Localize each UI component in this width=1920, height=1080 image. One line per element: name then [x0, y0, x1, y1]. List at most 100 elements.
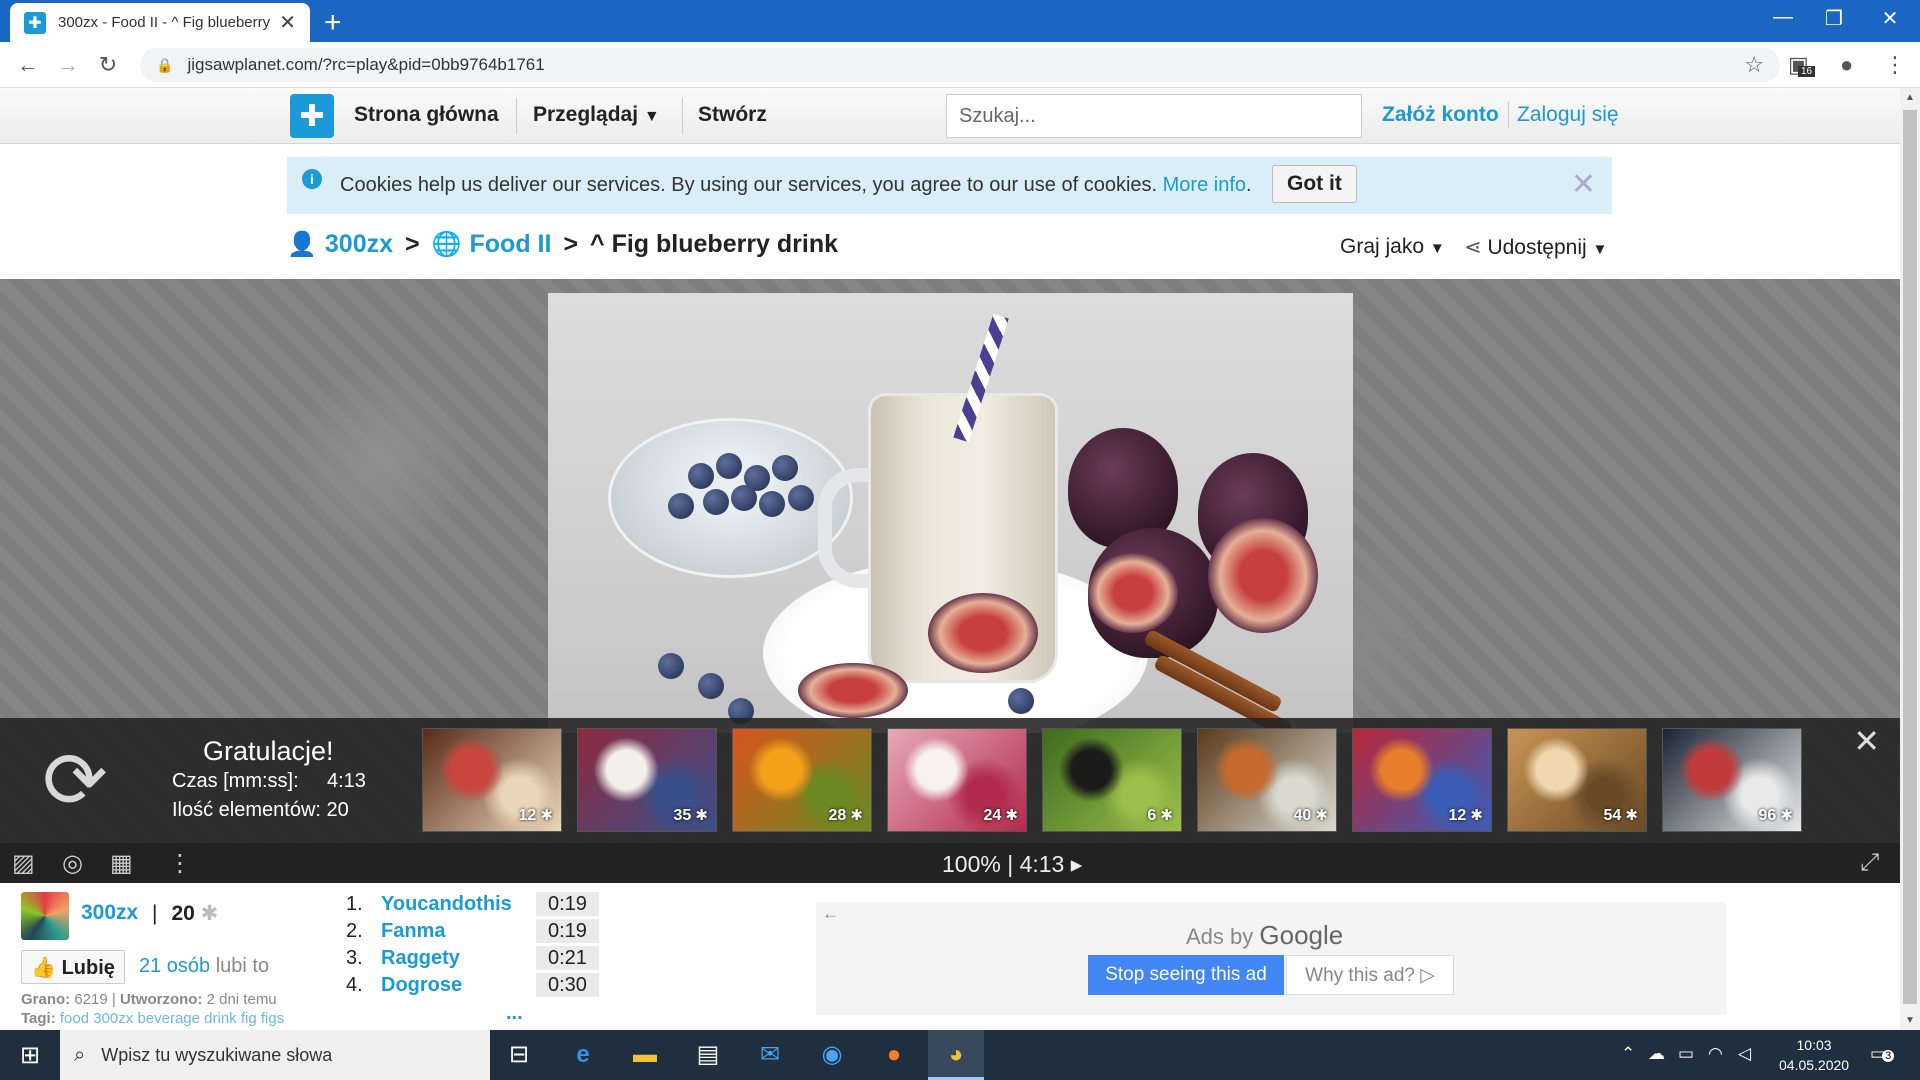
- thumb-piece-count: 96: [1758, 806, 1793, 825]
- thumb-piece-count: 12: [1448, 806, 1483, 825]
- ad-back-arrow-icon[interactable]: ←: [822, 904, 839, 924]
- app-icon[interactable]: ◉: [804, 1038, 860, 1072]
- restore-icon[interactable]: ❐: [1806, 6, 1862, 31]
- login-link[interactable]: Zaloguj się: [1517, 103, 1619, 127]
- url-text[interactable]: jigsawplanet.com/?rc=play&pid=0bb9764b17…: [187, 55, 1744, 75]
- breadcrumb-user[interactable]: 300zx: [325, 230, 393, 259]
- suggested-puzzle-thumb[interactable]: 96: [1662, 728, 1802, 832]
- wifi-icon[interactable]: ◠: [1708, 1044, 1723, 1064]
- thumb-piece-count: 24: [983, 806, 1018, 825]
- fig-half: [1088, 553, 1178, 633]
- fullscreen-icon[interactable]: ⤢: [1860, 849, 1879, 877]
- more-info-link[interactable]: More info: [1163, 174, 1246, 196]
- task-view-icon[interactable]: ⊟: [491, 1038, 547, 1072]
- mail-icon[interactable]: ✉: [742, 1038, 798, 1072]
- score-player-link[interactable]: Youcandothis: [381, 893, 536, 916]
- puzzle-piece-icon: ✱: [200, 902, 219, 925]
- like-button[interactable]: 👍 Lubię: [21, 950, 125, 984]
- search-input[interactable]: [946, 94, 1362, 138]
- taskbar-search[interactable]: ⌕ Wpisz tu wyszukiwane słowa: [60, 1030, 490, 1080]
- volume-icon[interactable]: ◁: [1738, 1044, 1751, 1064]
- score-player-link[interactable]: Raggety: [381, 947, 536, 970]
- windows-start-icon[interactable]: ⊞: [0, 1030, 60, 1080]
- got-it-button[interactable]: Got it: [1272, 165, 1357, 203]
- tray-chevron-up-icon[interactable]: ⌃: [1621, 1044, 1635, 1064]
- fig-slice: [798, 663, 908, 718]
- menu-kebab-icon[interactable]: ⋮: [1884, 52, 1906, 78]
- more-scores-link[interactable]: ...: [506, 1002, 523, 1025]
- nav-browse[interactable]: Przeglądaj ▼: [533, 103, 660, 127]
- blueberry: [716, 453, 742, 479]
- image-preview-icon[interactable]: ▨: [12, 849, 35, 878]
- minimize-icon[interactable]: —: [1755, 6, 1811, 29]
- arrange-pieces-icon[interactable]: ▦: [110, 849, 133, 878]
- edge-icon[interactable]: e: [555, 1038, 611, 1072]
- likes-count[interactable]: 21 osób: [139, 955, 210, 977]
- play-as-menu[interactable]: Graj jako ▼: [1340, 235, 1445, 259]
- breadcrumb-folder[interactable]: Food II: [470, 230, 552, 259]
- onedrive-icon[interactable]: ☁: [1648, 1044, 1665, 1064]
- pieces-value: 20: [326, 799, 349, 821]
- suggested-puzzle-thumb[interactable]: 6: [1042, 728, 1182, 832]
- nav-browse-label: Przeglądaj: [533, 103, 639, 126]
- score-player-link[interactable]: Dogrose: [381, 974, 536, 997]
- tags-list[interactable]: food 300zx beverage drink fig figs: [60, 1010, 284, 1027]
- search-icon: ⌕: [74, 1043, 86, 1066]
- score-player-link[interactable]: Fanma: [381, 920, 536, 943]
- jigsawplanet-logo-icon[interactable]: ✚: [290, 94, 334, 138]
- new-tab-button[interactable]: +: [324, 6, 342, 40]
- more-options-icon[interactable]: ⋮: [168, 849, 192, 878]
- suggested-puzzle-thumb[interactable]: 28: [732, 728, 872, 832]
- suggested-puzzle-thumb[interactable]: 12: [1352, 728, 1492, 832]
- register-link[interactable]: Załóż konto: [1382, 103, 1499, 127]
- file-explorer-icon[interactable]: ▬: [617, 1038, 673, 1072]
- puzzle-image[interactable]: [548, 293, 1353, 733]
- tags-label: Tagi:: [21, 1010, 56, 1027]
- back-arrow-icon[interactable]: ←: [8, 52, 48, 78]
- chrome-icon[interactable]: ◕: [928, 1030, 984, 1080]
- chevron-down-icon: ▼: [1429, 240, 1445, 257]
- suggested-puzzle-thumb[interactable]: 54: [1507, 728, 1647, 832]
- battery-icon[interactable]: ▭: [1678, 1044, 1694, 1064]
- lock-icon[interactable]: 🔒: [156, 57, 173, 74]
- scroll-down-icon[interactable]: ▼: [1905, 1015, 1915, 1026]
- panel-close-icon[interactable]: ✕: [1853, 722, 1880, 760]
- window-close-icon[interactable]: ✕: [1862, 6, 1918, 31]
- extension-icon[interactable]: ▣ 16: [1788, 52, 1816, 78]
- notifications-icon[interactable]: ▭3: [1870, 1044, 1895, 1064]
- profile-icon[interactable]: ●: [1840, 52, 1853, 78]
- nav-home[interactable]: Strona główna: [354, 103, 499, 127]
- omnibox[interactable]: 🔒 jigsawplanet.com/?rc=play&pid=0bb9764b…: [140, 48, 1780, 82]
- page-scrollbar[interactable]: ▲ ▼: [1900, 88, 1920, 1030]
- why-this-ad-button[interactable]: Why this ad? ▷: [1286, 955, 1454, 995]
- cookie-close-icon[interactable]: ✕: [1571, 167, 1596, 202]
- suggested-puzzle-thumb[interactable]: 40: [1197, 728, 1337, 832]
- restart-puzzle-icon[interactable]: ⟳: [35, 740, 115, 820]
- score-time: 0:21: [536, 946, 599, 970]
- ghost-image-icon[interactable]: ◎: [62, 849, 83, 878]
- stop-seeing-ad-button[interactable]: Stop seeing this ad: [1088, 955, 1284, 995]
- leaderboard-row: 4. Dogrose 0:30: [346, 973, 599, 997]
- suggested-puzzle-thumb[interactable]: 12: [422, 728, 562, 832]
- store-icon[interactable]: ▤: [680, 1038, 736, 1072]
- thumb-piece-count: 28: [828, 806, 863, 825]
- thumb-piece-count: 6: [1147, 806, 1173, 825]
- info-separator: |: [152, 902, 158, 925]
- nav-create[interactable]: Stwórz: [698, 103, 767, 127]
- browser-tab[interactable]: ✚ 300zx - Food II - ^ Fig blueberry ✕: [10, 3, 310, 42]
- firefox-icon[interactable]: ●: [866, 1038, 922, 1072]
- leaderboard-row: 3. Raggety 0:21: [346, 946, 599, 970]
- reload-icon[interactable]: ↻: [88, 52, 128, 78]
- share-menu[interactable]: ⋖ Udostępnij ▼: [1464, 235, 1607, 260]
- avatar[interactable]: [21, 892, 69, 940]
- created-value: 2 dni temu: [206, 991, 277, 1008]
- clock[interactable]: 10:03 04.05.2020: [1779, 1035, 1849, 1075]
- forward-arrow-icon[interactable]: →: [48, 52, 88, 78]
- suggested-puzzle-thumb[interactable]: 24: [887, 728, 1027, 832]
- bookmark-star-icon[interactable]: ☆: [1744, 52, 1764, 78]
- scrollbar-thumb[interactable]: [1903, 110, 1917, 1004]
- scroll-up-icon[interactable]: ▲: [1905, 92, 1915, 103]
- author-link[interactable]: 300zx: [81, 901, 138, 925]
- tab-close-icon[interactable]: ✕: [279, 10, 296, 35]
- suggested-puzzle-thumb[interactable]: 35: [577, 728, 717, 832]
